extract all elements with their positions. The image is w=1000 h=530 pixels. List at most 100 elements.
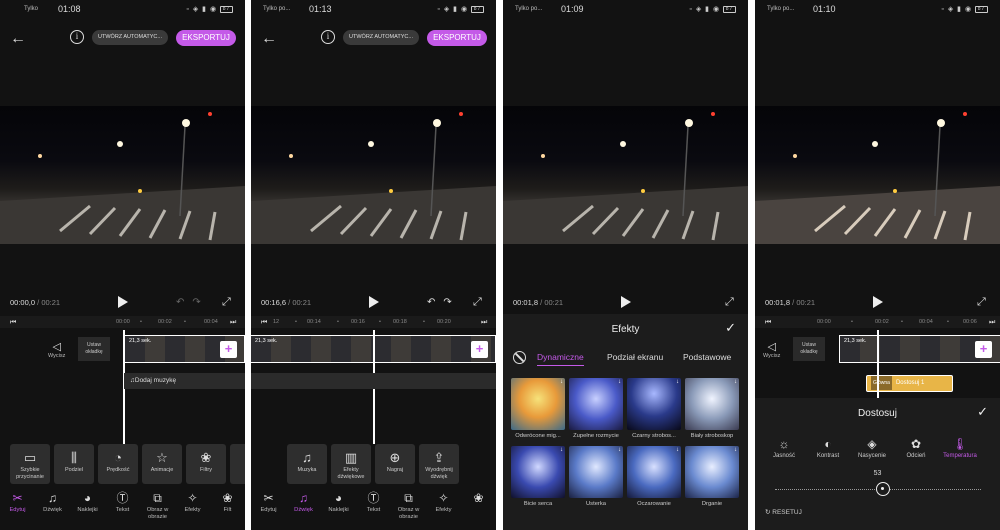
screen-audio: Tylko po... 01:13 ▫ ◈ ▮ ◉ 87 ← i UTWÓRZ …: [251, 0, 496, 530]
skip-end-icon[interactable]: ⏭: [230, 319, 236, 327]
add-clip-button[interactable]: +: [975, 341, 992, 358]
bottom-nav: ✂ Edytuj ♫ Dźwięk ◕ Naklejki Ⓣ Tekst ⧉ Obraz …: [251, 490, 496, 524]
play-icon[interactable]: [873, 296, 883, 308]
mute-label: Wycisz: [763, 353, 781, 359]
fullscreen-icon[interactable]: ⤢: [977, 296, 986, 309]
skip-start-icon[interactable]: ⏮: [765, 319, 771, 327]
nav-text[interactable]: Ⓣ Tekst: [105, 490, 140, 524]
effect-item[interactable]: ↓ Odwrócone mig...: [511, 378, 565, 442]
temperature-tool[interactable]: 🌡 Temperatura: [941, 436, 979, 459]
nav-label: Edytuj: [9, 507, 26, 513]
nav-audio[interactable]: ♫ Dźwięk: [35, 490, 70, 524]
reset-button[interactable]: ↻ RESETUJ: [765, 508, 802, 516]
set-cover-button[interactable]: Ustaw okładkę: [78, 337, 110, 361]
effects-icon: ✧: [438, 491, 449, 505]
effect-item[interactable]: ↓ Oczarowanie: [627, 446, 681, 510]
battery-icon: 87: [975, 5, 988, 13]
nav-stickers[interactable]: ◕ Naklejki: [70, 490, 105, 524]
mute-label: Wycisz: [48, 353, 66, 359]
effect-item[interactable]: ↓ Biały stroboskop: [685, 378, 739, 442]
mute-button[interactable]: ◁ Wycisz: [763, 340, 780, 359]
audio-track[interactable]: [251, 373, 496, 389]
nav-pip[interactable]: ⧉ Obraz w obrazie: [140, 490, 175, 524]
split-tool[interactable]: ⫼ Podziel: [54, 444, 94, 484]
record-tool[interactable]: ⊕ Nagraj: [375, 444, 415, 484]
tab-basic[interactable]: Podstawowe: [683, 352, 731, 362]
nav-effects[interactable]: ✧ Efekty: [175, 490, 210, 524]
play-icon[interactable]: [118, 296, 128, 308]
animation-tool[interactable]: ☆ Animacje: [142, 444, 182, 484]
nav-stickers[interactable]: ◕ Naklejki: [321, 490, 356, 524]
fullscreen-icon[interactable]: ⤢: [473, 296, 482, 309]
tab-split-screen[interactable]: Podział ekranu: [607, 352, 663, 362]
nav-filter[interactable]: ❀ Filt: [210, 490, 245, 524]
hue-tool[interactable]: ✿ Odcień: [897, 436, 935, 459]
brightness-tool[interactable]: ☼ Jasność: [765, 436, 803, 459]
extract-audio-tool[interactable]: ⇪ Wyodrębnij dźwięk: [419, 444, 459, 484]
undo-redo-icons[interactable]: ↶↷: [176, 297, 209, 308]
tool-label: Wyodrębnij dźwięk: [425, 467, 453, 480]
confirm-check-icon[interactable]: ✓: [725, 320, 736, 336]
back-arrow-icon[interactable]: ←: [261, 30, 277, 48]
confirm-check-icon[interactable]: ✓: [977, 404, 988, 420]
play-icon[interactable]: [369, 296, 379, 308]
add-clip-button[interactable]: +: [471, 341, 488, 358]
auto-create-button[interactable]: UTWÓRZ AUTOMATYC...: [92, 30, 168, 45]
export-button[interactable]: EKSPORTUJ: [427, 30, 487, 46]
speed-icon: ◔: [114, 450, 122, 465]
effects-title: Efekty: [611, 324, 640, 335]
nav-audio[interactable]: ♫ Dźwięk: [286, 490, 321, 524]
text-icon: Ⓣ: [367, 491, 380, 505]
back-arrow-icon[interactable]: ←: [10, 30, 26, 48]
effect-item[interactable]: ↓ Usterka: [569, 446, 623, 510]
effects-tabs: Dynamiczne Podział ekranu Podstawowe: [503, 350, 748, 372]
nav-edit[interactable]: ✂ Edytuj: [0, 490, 35, 524]
ruler-tick: •: [295, 319, 297, 325]
speed-tool[interactable]: ◔ Prędkość: [98, 444, 138, 484]
quick-trim-tool[interactable]: ▭ Szybkie przycinanie: [10, 444, 50, 484]
edit-toolbar: ▭ Szybkie przycinanie ⫼ Podziel ◔ Prędkość …: [10, 444, 245, 484]
effect-item[interactable]: ↓ Drganie: [685, 446, 739, 510]
download-icon: ↓: [560, 447, 563, 453]
tab-dynamic[interactable]: Dynamiczne: [537, 352, 584, 366]
sound-effects-tool[interactable]: ▥ Efekty dźwiękowe: [331, 444, 371, 484]
saturation-icon: ◈: [867, 437, 877, 451]
fullscreen-icon[interactable]: ⤢: [222, 296, 231, 309]
undo-redo-icons[interactable]: ↶↷: [427, 297, 460, 308]
info-icon[interactable]: i: [321, 30, 335, 44]
play-icon[interactable]: [621, 296, 631, 308]
contrast-tool[interactable]: ◐ Kontrast: [809, 436, 847, 459]
skip-end-icon[interactable]: ⏭: [481, 319, 487, 327]
skip-end-icon[interactable]: ⏭: [989, 319, 995, 327]
music-tool[interactable]: ♫ Muzyka: [287, 444, 327, 484]
nav-filter[interactable]: ❀: [461, 490, 496, 524]
more-tool[interactable]: ▯Us: [230, 444, 245, 484]
add-clip-button[interactable]: +: [220, 341, 237, 358]
export-button[interactable]: EKSPORTUJ: [176, 30, 236, 46]
nav-text[interactable]: Ⓣ Tekst: [356, 490, 391, 524]
add-music-track[interactable]: ♫Dodaj muzykę: [124, 373, 245, 389]
effect-item[interactable]: ↓ Czarny strobos...: [627, 378, 681, 442]
mute-button[interactable]: ◁ Wycisz: [48, 340, 65, 359]
info-icon[interactable]: i: [70, 30, 84, 44]
nav-label: Efekty: [184, 507, 201, 513]
effect-item[interactable]: ↓ Zupełne rozmycie: [569, 378, 623, 442]
auto-create-button[interactable]: UTWÓRZ AUTOMATYC...: [343, 30, 419, 45]
effect-item[interactable]: ↓ Bicie serca: [511, 446, 565, 510]
nav-pip[interactable]: ⧉ Obraz w obrazie: [391, 490, 426, 524]
skip-start-icon[interactable]: ⏮: [261, 319, 267, 327]
fullscreen-icon[interactable]: ⤢: [725, 296, 734, 309]
filters-tool[interactable]: ❀ Filtry: [186, 444, 226, 484]
playhead[interactable]: [877, 330, 879, 398]
slider-knob[interactable]: [876, 482, 890, 496]
saturation-tool[interactable]: ◈ Nasycenie: [853, 436, 891, 459]
no-effect-icon[interactable]: [513, 351, 526, 364]
adjust-layer-chip[interactable]: Główna Dostosuj 1: [866, 375, 953, 392]
nav-effects[interactable]: ✧ Efekty: [426, 490, 461, 524]
skip-start-icon[interactable]: ⏮: [10, 319, 16, 327]
tool-label: Odcień: [906, 453, 926, 459]
set-cover-button[interactable]: Ustaw okładkę: [793, 337, 825, 361]
music-note-icon: ♫: [48, 491, 57, 505]
tool-label: Podziel: [64, 467, 84, 473]
nav-edit[interactable]: ✂ Edytuj: [251, 490, 286, 524]
